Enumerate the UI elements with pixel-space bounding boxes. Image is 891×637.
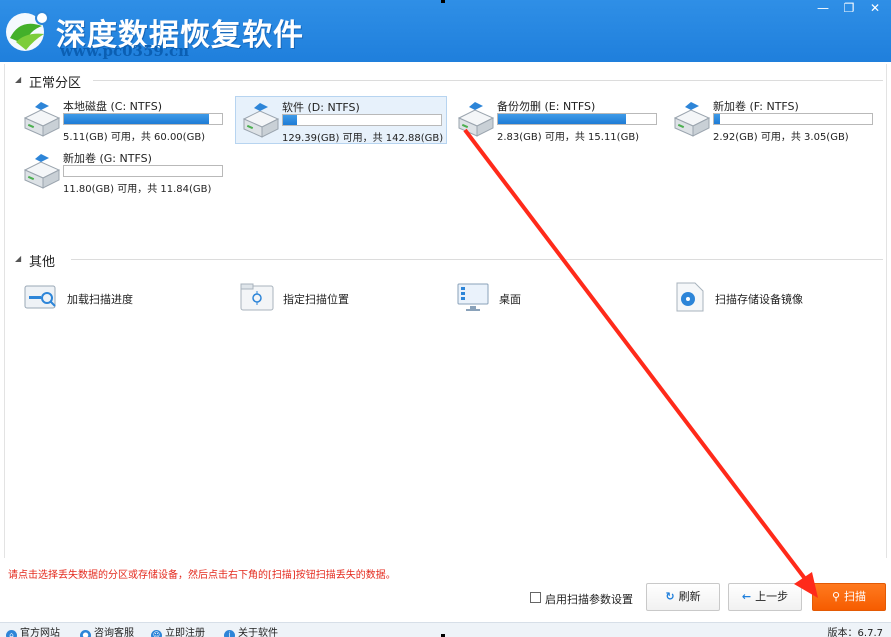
drive-capacity-text: 129.39(GB) 可用，共 142.88(GB) (282, 133, 444, 144)
collapse-arrow-icon[interactable]: ◢ (15, 254, 21, 263)
arrow-left-icon: ← (741, 590, 752, 603)
drive-usage-fill (64, 114, 210, 124)
hard-drive-icon (23, 102, 61, 137)
drive-usage-bar (497, 113, 657, 125)
drive-name: 备份勿删 (E: NTFS) (497, 100, 596, 113)
restore-button[interactable]: ❐ (836, 0, 862, 18)
scan-label: 扫描 (844, 590, 867, 603)
customer-service-link[interactable]: ● 咨询客服 (80, 624, 134, 637)
drive-item[interactable]: 新加卷 (F: NTFS) 2.92(GB) 可用，共 3.05(GB) (667, 96, 879, 144)
other-item-label: 扫描存储设备镜像 (715, 293, 803, 306)
hard-drive-icon (673, 102, 711, 137)
drive-name: 新加卷 (G: NTFS) (63, 152, 152, 165)
desktop-icon (457, 283, 489, 311)
refresh-icon: ↻ (665, 590, 675, 603)
refresh-label: 刷新 (678, 590, 701, 603)
close-button[interactable]: ✕ (862, 0, 888, 18)
other-item-scan-location[interactable]: 指定扫描位置 (239, 280, 439, 314)
version-label: 版本：6.7.7 (827, 628, 883, 637)
back-label: 上一步 (755, 590, 789, 603)
drive-name: 新加卷 (F: NTFS) (713, 100, 799, 113)
drive-usage-bar (63, 113, 223, 125)
section-divider (93, 80, 883, 81)
other-item-desktop[interactable]: 桌面 (455, 280, 655, 314)
folder-target-icon (240, 283, 274, 311)
section-other-label: 其他 (29, 255, 56, 270)
drive-item[interactable]: 新加卷 (G: NTFS) 11.80(GB) 可用，共 11.84(GB) (17, 148, 229, 196)
drive-usage-fill (498, 114, 626, 124)
drive-name: 软件 (D: NTFS) (282, 101, 360, 114)
drive-name: 本地磁盘 (C: NTFS) (63, 100, 163, 113)
section-divider (71, 259, 883, 260)
back-button[interactable]: ← 上一步 (728, 583, 802, 611)
register-link[interactable]: ☺ 立即注册 (151, 624, 205, 637)
top-marker (441, 0, 445, 3)
hard-drive-icon (23, 154, 61, 189)
search-icon: ⚲ (831, 590, 841, 603)
scan-button[interactable]: ⚲ 扫描 (812, 583, 886, 611)
main-panel: ◢ 正常分区 本地磁盘 (C: NTFS) 5.11(GB) 可用，共 60.00… (4, 64, 887, 558)
checkbox-box[interactable] (530, 592, 541, 603)
drive-usage-bar (713, 113, 873, 125)
chat-icon: ● (80, 630, 91, 637)
other-item-label: 加载扫描进度 (67, 293, 133, 306)
home-icon: ⌂ (6, 630, 17, 637)
hard-drive-icon (457, 102, 495, 137)
official-site-link[interactable]: ⌂ 官方网站 (6, 624, 60, 637)
about-link[interactable]: i 关于软件 (224, 624, 278, 637)
app-logo-icon (6, 11, 49, 51)
drive-item[interactable]: 软件 (D: NTFS) 129.39(GB) 可用，共 142.88(GB) (235, 96, 447, 144)
other-item-load-progress[interactable]: 加载扫描进度 (23, 280, 223, 314)
load-progress-icon (24, 285, 56, 309)
user-icon: ☺ (151, 630, 162, 637)
section-normal-label: 正常分区 (29, 76, 82, 91)
drive-capacity-text: 5.11(GB) 可用，共 60.00(GB) (63, 132, 206, 143)
hard-drive-icon (242, 103, 280, 138)
refresh-button[interactable]: ↻ 刷新 (646, 583, 720, 611)
watermark-text: www.pc0359.cn (60, 42, 190, 60)
drive-capacity-text: 11.80(GB) 可用，共 11.84(GB) (63, 184, 212, 195)
drive-usage-fill (714, 114, 721, 124)
checkbox-label: 启用扫描参数设置 (545, 593, 633, 606)
drive-capacity-text: 2.83(GB) 可用，共 15.11(GB) (497, 132, 640, 143)
minimize-button[interactable]: — (810, 0, 836, 18)
drive-capacity-text: 2.92(GB) 可用，共 3.05(GB) (713, 132, 849, 143)
drive-usage-fill (283, 115, 298, 125)
section-normal-partitions[interactable]: ◢ 正常分区 (15, 72, 95, 91)
title-bar[interactable]: 深度数据恢复软件 www.pc0359.cn — ❐ ✕ (0, 0, 891, 62)
drive-usage-bar (282, 114, 442, 126)
info-icon: i (224, 630, 235, 637)
drive-item[interactable]: 本地磁盘 (C: NTFS) 5.11(GB) 可用，共 60.00(GB) (17, 96, 229, 144)
section-other[interactable]: ◢ 其他 (15, 251, 75, 270)
status-bar: ⌂ 官方网站 ● 咨询客服 ☺ 立即注册 i 关于软件 版本：6.7.7 (0, 622, 891, 637)
other-item-label: 指定扫描位置 (283, 293, 349, 306)
drive-usage-bar (63, 165, 223, 177)
other-item-label: 桌面 (499, 293, 521, 306)
disk-image-icon (676, 282, 704, 312)
collapse-arrow-icon[interactable]: ◢ (15, 75, 21, 84)
instruction-hint: 请点击选择丢失数据的分区或存储设备，然后点击右下角的[扫描]按钮扫描丢失的数据。 (8, 570, 396, 581)
other-item-disk-image[interactable]: 扫描存储设备镜像 (671, 280, 871, 314)
drive-item[interactable]: 备份勿删 (E: NTFS) 2.83(GB) 可用，共 15.11(GB) (451, 96, 663, 144)
